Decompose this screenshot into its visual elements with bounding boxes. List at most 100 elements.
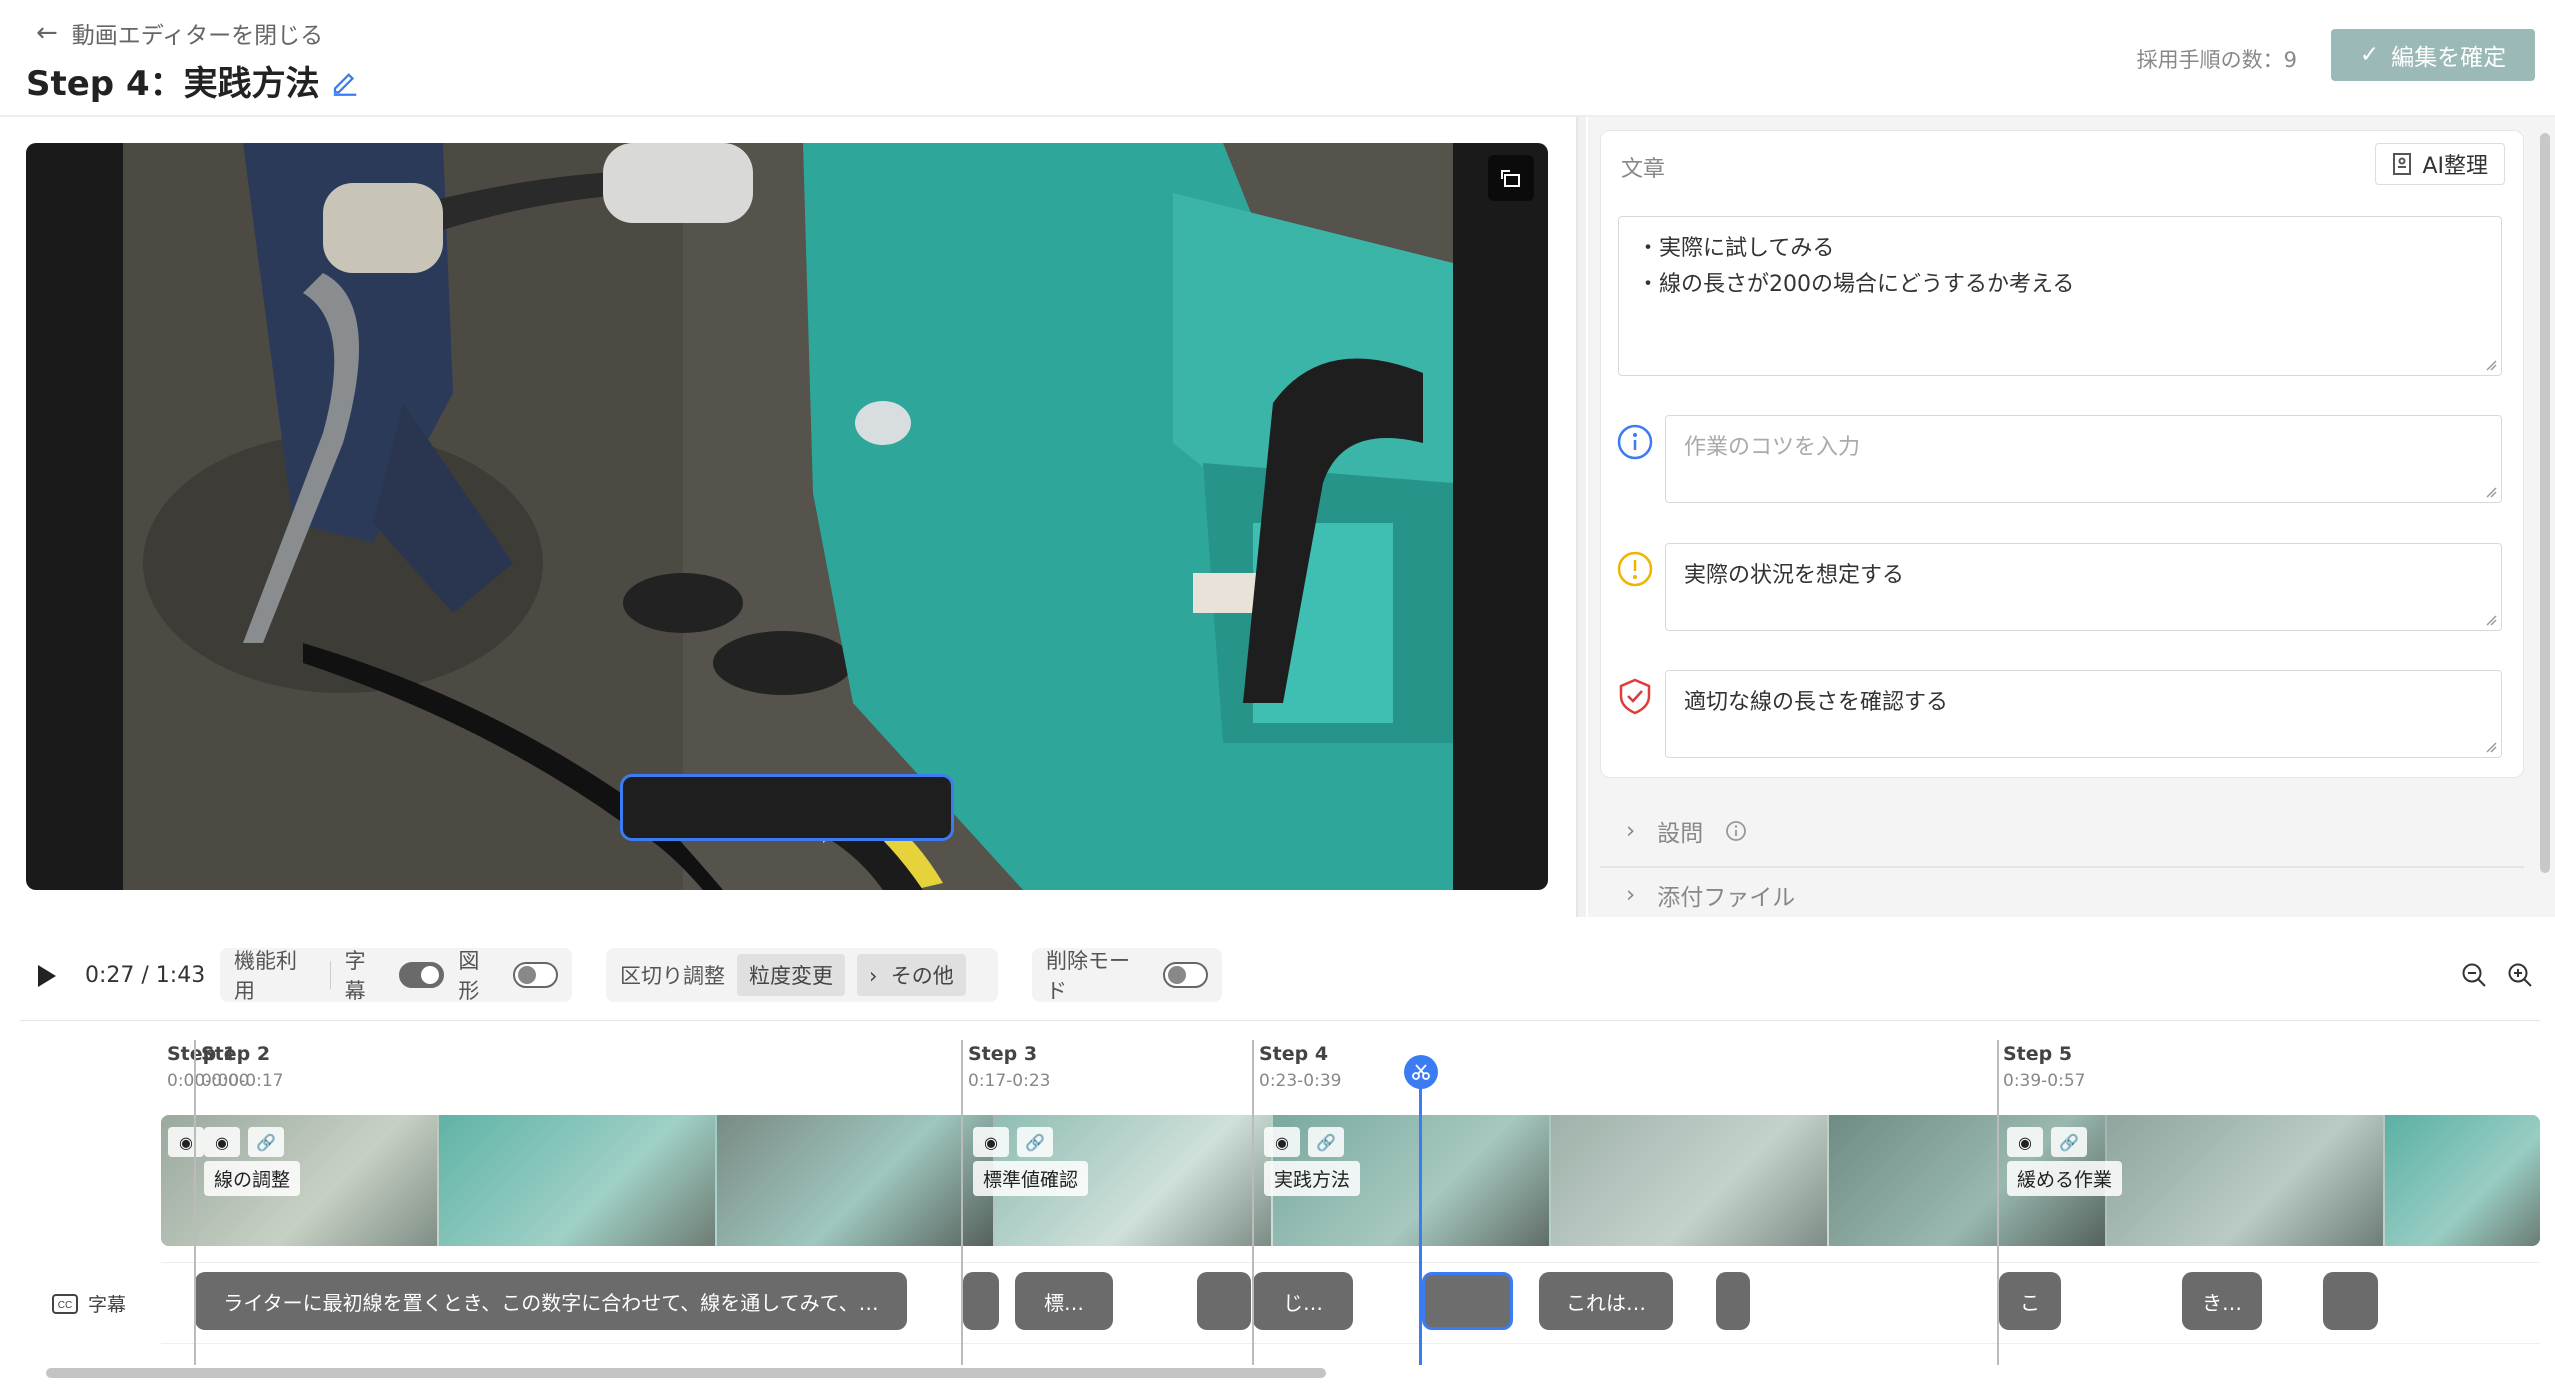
shield-check-icon <box>1619 678 1651 715</box>
ai-organize-button[interactable]: AI整理 <box>2375 143 2505 185</box>
subtitle-clip[interactable]: じ… <box>1253 1272 1353 1330</box>
step-marker-3[interactable]: Step 3 0:17-0:23 <box>968 1043 1051 1091</box>
link-icon[interactable]: 🔗 <box>1308 1127 1344 1157</box>
granularity-button[interactable]: 粒度変更 <box>737 954 845 996</box>
delete-mode-label: 削除モード <box>1046 949 1130 1003</box>
safety-input[interactable]: 適切な線の長さを確認する <box>1665 670 2502 758</box>
subtitle-clip[interactable]: ライターに最初線を置くとき、この数字に合わせて、線を通してみて、… <box>195 1272 907 1330</box>
playhead-handle[interactable] <box>1404 1055 1438 1089</box>
step-boundary-line[interactable] <box>1997 1040 1999 1365</box>
subtitle-clip[interactable]: これは… <box>1539 1272 1673 1330</box>
scrollbar-thumb[interactable] <box>46 1368 1326 1378</box>
eye-icon[interactable]: ◉ <box>2007 1127 2043 1157</box>
rotate-button[interactable] <box>1488 155 1534 201</box>
closed-caption-icon: CC <box>52 1293 78 1314</box>
info-small-icon <box>1726 821 1747 841</box>
subtitle-clip[interactable] <box>2323 1272 2378 1330</box>
step-marker-5[interactable]: Step 5 0:39-0:57 <box>2003 1043 2086 1091</box>
scissors-icon <box>1412 1064 1430 1080</box>
feature-toggle-group: 機能利用 字幕 図形 <box>220 948 572 1003</box>
resize-grip-icon[interactable] <box>2485 741 2497 753</box>
shape-toggle-label: 図形 <box>458 949 480 1003</box>
playhead[interactable] <box>1419 1070 1422 1365</box>
caution-input[interactable]: 実際の状況を想定する <box>1665 543 2502 631</box>
thumbnail-frame <box>2107 1115 2385 1246</box>
clip-controls: ◉ 🔗 <box>1264 1127 1344 1157</box>
resize-grip-icon[interactable] <box>2485 614 2497 626</box>
clip-controls: ◉ 🔗 <box>204 1127 284 1157</box>
scrollbar-thumb[interactable] <box>2540 133 2550 873</box>
timeline-scrollbar[interactable] <box>20 1366 2540 1380</box>
text-section-label: 文章 <box>1621 157 1666 182</box>
step-text-line-1: ・実際に試してみる <box>1637 236 1835 261</box>
subtitle-clip[interactable]: 標… <box>1015 1272 1113 1330</box>
step-time: 0:39-0:57 <box>2003 1071 2086 1091</box>
step-time: 0:17-0:23 <box>968 1071 1051 1091</box>
subtitle-track-header: CC 字幕 <box>52 1290 126 1317</box>
other-menu-button[interactable]: › その他 <box>857 954 966 996</box>
step-marker-4[interactable]: Step 4 0:23-0:39 <box>1259 1043 1342 1091</box>
step-time: 0:23-0:39 <box>1259 1071 1342 1091</box>
eye-icon[interactable]: ◉ <box>973 1127 1009 1157</box>
tip-input[interactable]: 作業のコツを入力 <box>1665 415 2502 503</box>
chevron-right-icon: › <box>1626 818 1636 844</box>
zoom-in-icon[interactable] <box>2506 961 2534 989</box>
pencil-icon[interactable] <box>330 66 360 96</box>
thumbnail-frame <box>439 1115 717 1246</box>
close-editor-link[interactable]: ← 動画エディターを閉じる <box>36 16 323 50</box>
link-icon[interactable]: 🔗 <box>1017 1127 1053 1157</box>
step-boundary-line[interactable] <box>1252 1040 1254 1365</box>
clip-label: 緩める作業 <box>2007 1161 2123 1196</box>
caption-overlay-box[interactable] <box>620 774 954 841</box>
chevron-right-icon: › <box>869 964 878 988</box>
question-accordion[interactable]: › 設問 <box>1600 796 2524 866</box>
split-adjust-label: 区切り調整 <box>620 964 725 988</box>
resize-grip-icon[interactable] <box>2485 486 2497 498</box>
zoom-out-icon[interactable] <box>2460 961 2488 989</box>
right-panel-scrollbar[interactable] <box>2535 117 2555 917</box>
step-name: Step 5 <box>2003 1043 2073 1065</box>
subtitle-clip[interactable] <box>1197 1272 1251 1330</box>
arrow-left-icon: ← <box>36 18 58 48</box>
adopted-step-count: 採用手順の数：9 <box>2136 48 2297 72</box>
group-divider <box>329 961 331 989</box>
subtitle-toggle[interactable] <box>399 962 445 988</box>
shape-toggle[interactable] <box>513 962 559 988</box>
clip-label: 実践方法 <box>1264 1161 1361 1196</box>
step-boundary-line[interactable] <box>961 1040 963 1365</box>
play-icon[interactable] <box>34 962 58 990</box>
thumbnail-frame <box>717 1115 995 1246</box>
panel-splitter[interactable] <box>1576 117 1586 917</box>
subtitle-clip[interactable]: き… <box>2182 1272 2262 1330</box>
step-boundary-line[interactable] <box>194 1040 196 1365</box>
clip-controls: ◉ <box>168 1127 204 1157</box>
subtitle-clip[interactable] <box>1716 1272 1750 1330</box>
thumbnail-frame <box>2385 1115 2540 1246</box>
eye-icon[interactable]: ◉ <box>1264 1127 1300 1157</box>
svg-text:CC: CC <box>58 1300 72 1311</box>
step-marker-2[interactable]: Step 2 0:00-0:17 <box>201 1043 284 1091</box>
step-text-input[interactable]: ・実際に試してみる ・線の長さが200の場合にどうするか考える <box>1618 216 2502 376</box>
control-bar-divider <box>20 1020 2540 1021</box>
feature-label: 機能利用 <box>234 949 297 1003</box>
subtitle-clip[interactable]: こ <box>1999 1272 2061 1330</box>
attachment-label: 添付ファイル <box>1657 884 1796 911</box>
subtitle-toggle-label: 字幕 <box>344 949 366 1003</box>
subtitle-clip-selected[interactable] <box>1422 1272 1513 1330</box>
page-title-text: Step 4：実践方法 <box>26 64 320 104</box>
delete-mode-toggle[interactable] <box>1162 962 1208 988</box>
toggle-knob <box>518 966 537 984</box>
step-time: 0:00-0:17 <box>201 1071 284 1091</box>
step-text-line-2: ・線の長さが200の場合にどうするか考える <box>1637 272 2075 297</box>
confirm-edit-button[interactable]: ✓ 編集を確定 <box>2331 29 2535 81</box>
check-icon: ✓ <box>2359 42 2380 68</box>
ai-organize-label: AI整理 <box>2422 154 2488 179</box>
attachment-accordion[interactable]: › 添付ファイル <box>1600 872 2524 917</box>
link-icon[interactable]: 🔗 <box>2051 1127 2087 1157</box>
eye-icon[interactable]: ◉ <box>168 1127 204 1157</box>
resize-grip-icon[interactable] <box>2485 359 2497 371</box>
subtitle-clip[interactable] <box>963 1272 999 1330</box>
eye-icon[interactable]: ◉ <box>204 1127 240 1157</box>
link-icon[interactable]: 🔗 <box>248 1127 284 1157</box>
step-name: Step 4 <box>1259 1043 1329 1065</box>
